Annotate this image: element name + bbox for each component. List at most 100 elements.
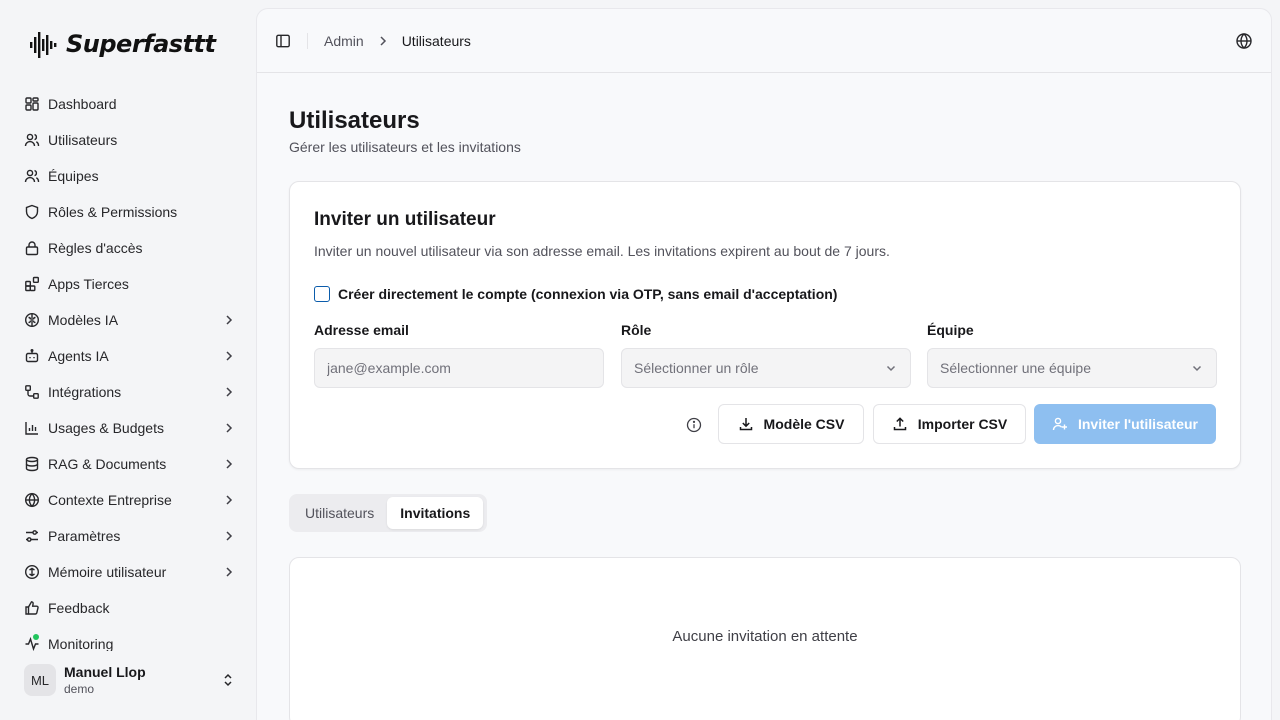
workflow-icon (24, 384, 40, 400)
brand[interactable]: Superfasttt (28, 26, 216, 62)
sidebar-item-label: Règles d'accès (48, 240, 143, 256)
sidebar-item-feedback[interactable]: Feedback (16, 590, 244, 626)
sidebar-item-apps-tierces[interactable]: Apps Tierces (16, 266, 244, 302)
invitations-panel: Aucune invitation en attente (289, 557, 1241, 720)
memory-icon (24, 564, 40, 580)
email-field[interactable] (327, 360, 591, 376)
user-plus-icon (1052, 416, 1068, 432)
building-icon (24, 492, 40, 508)
chevron-right-icon (222, 493, 236, 507)
breadcrumb-current: Utilisateurs (401, 32, 471, 49)
invite-user-button[interactable]: Inviter l'utilisateur (1034, 404, 1216, 444)
email-label: Adresse email (314, 322, 409, 338)
sidebar-item-roles-permissions[interactable]: Rôles & Permissions (16, 194, 244, 230)
sidebar-item-contexte-entreprise[interactable]: Contexte Entreprise (16, 482, 244, 518)
user-info: Manuel Llop demo (64, 663, 220, 697)
avatar: ML (24, 664, 56, 696)
thumbs-up-icon (24, 600, 40, 616)
sidebar-item-label: Modèles IA (48, 312, 119, 328)
user-menu[interactable]: ML Manuel Llop demo (16, 652, 244, 708)
role-select[interactable]: Sélectionner un rôle (621, 348, 911, 388)
sidebar-item-dashboard[interactable]: Dashboard (16, 86, 244, 122)
top-header: Admin Utilisateurs (257, 9, 1271, 73)
settings-sliders-icon (24, 528, 40, 544)
csv-template-button[interactable]: Modèle CSV (718, 404, 864, 444)
chevron-right-icon (222, 529, 236, 543)
invite-user-label: Inviter l'utilisateur (1077, 416, 1199, 432)
chevron-right-icon (376, 34, 390, 48)
main-panel: Admin Utilisateurs Utilisateurs Gérer le… (256, 8, 1272, 720)
breadcrumb: Admin Utilisateurs (324, 33, 471, 49)
sidebar-item-modeles-ia[interactable]: Modèles IA (16, 302, 244, 338)
chevron-right-icon (222, 385, 236, 399)
sidebar-toggle-icon[interactable] (275, 33, 291, 49)
chevrons-up-down-icon (220, 672, 236, 688)
sidebar-item-label: Contexte Entreprise (48, 492, 172, 508)
sidebar: Superfasttt Dashboard Utilisateurs Équip… (0, 0, 256, 720)
tab-utilisateurs[interactable]: Utilisateurs (292, 497, 387, 529)
sidebar-item-monitoring[interactable]: Monitoring (16, 626, 244, 651)
chevron-right-icon (222, 421, 236, 435)
tabs: Utilisateurs Invitations (289, 494, 487, 532)
globe-icon[interactable] (1235, 32, 1253, 50)
blocks-icon (24, 276, 40, 292)
role-label: Rôle (621, 322, 652, 338)
database-icon (24, 456, 40, 472)
layout-grid-icon (24, 96, 40, 112)
chevron-right-icon (222, 349, 236, 363)
brain-icon (24, 312, 40, 328)
lock-icon (24, 240, 40, 256)
sidebar-nav: Dashboard Utilisateurs Équipes Rôles & P… (16, 86, 244, 651)
chevron-right-icon (222, 313, 236, 327)
sidebar-item-label: Utilisateurs (48, 132, 118, 148)
direct-create-option[interactable]: Créer directement le compte (connexion v… (314, 286, 837, 302)
csv-template-label: Modèle CSV (763, 416, 845, 432)
sidebar-item-label: Intégrations (48, 384, 122, 400)
bot-icon (24, 348, 40, 364)
sidebar-item-regles-acces[interactable]: Règles d'accès (16, 230, 244, 266)
shield-icon (24, 204, 40, 220)
user-subtitle: demo (64, 682, 95, 696)
import-csv-label: Importer CSV (917, 416, 1008, 432)
sidebar-item-utilisateurs[interactable]: Utilisateurs (16, 122, 244, 158)
sidebar-item-label: RAG & Documents (48, 456, 167, 472)
sidebar-item-label: Agents IA (48, 348, 109, 364)
upload-icon (892, 416, 908, 432)
sidebar-item-label: Monitoring (48, 636, 114, 651)
page-title: Utilisateurs (289, 107, 420, 134)
invite-card-description: Inviter un nouvel utilisateur via son ad… (314, 243, 890, 259)
chevron-down-icon (1190, 361, 1204, 375)
team-select-value: Sélectionner une équipe (940, 360, 1092, 376)
chevron-right-icon (222, 565, 236, 579)
users-icon (24, 132, 40, 148)
sidebar-item-label: Dashboard (48, 96, 117, 112)
direct-create-checkbox[interactable] (314, 286, 330, 302)
direct-create-label: Créer directement le compte (connexion v… (338, 286, 838, 302)
sidebar-item-usages-budgets[interactable]: Usages & Budgets (16, 410, 244, 446)
chevron-down-icon (884, 361, 898, 375)
invite-user-card: Inviter un utilisateur Inviter un nouvel… (289, 181, 1241, 469)
breadcrumb-admin[interactable]: Admin (324, 33, 364, 49)
import-csv-button[interactable]: Importer CSV (873, 404, 1026, 444)
role-select-value: Sélectionner un rôle (634, 360, 759, 376)
download-icon (738, 416, 754, 432)
sidebar-nav-scroll[interactable]: Dashboard Utilisateurs Équipes Rôles & P… (0, 86, 256, 651)
sidebar-item-label: Feedback (48, 600, 110, 616)
info-icon[interactable] (686, 417, 702, 433)
sidebar-item-memoire-utilisateur[interactable]: Mémoire utilisateur (16, 554, 244, 590)
tab-invitations[interactable]: Invitations (387, 497, 484, 529)
sidebar-item-agents-ia[interactable]: Agents IA (16, 338, 244, 374)
sidebar-item-label: Apps Tierces (48, 276, 129, 292)
users-group-icon (24, 168, 40, 184)
chevron-right-icon (222, 457, 236, 471)
sidebar-item-equipes[interactable]: Équipes (16, 158, 244, 194)
soundwave-logo-icon (28, 28, 62, 60)
sidebar-item-label: Usages & Budgets (48, 420, 164, 436)
email-field-wrapper (314, 348, 604, 388)
sidebar-item-label: Équipes (48, 168, 99, 184)
sidebar-item-rag-documents[interactable]: RAG & Documents (16, 446, 244, 482)
sidebar-item-integrations[interactable]: Intégrations (16, 374, 244, 410)
bar-chart-icon (24, 420, 40, 436)
team-select[interactable]: Sélectionner une équipe (927, 348, 1217, 388)
sidebar-item-parametres[interactable]: Paramètres (16, 518, 244, 554)
